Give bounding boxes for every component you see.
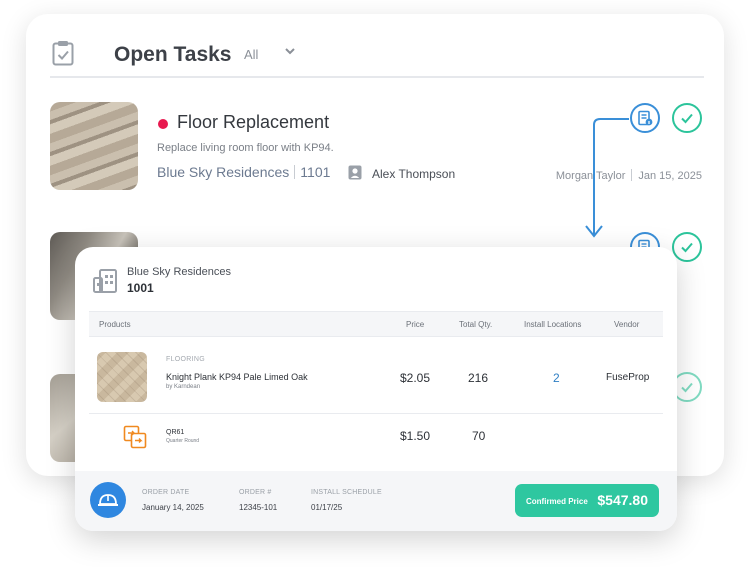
order-footer: ORDER DATE January 14, 2025 ORDER # 1234… (75, 471, 677, 531)
tasks-header: Open Tasks All (50, 36, 704, 78)
assignee-name: Alex Thompson (372, 167, 456, 181)
chevron-down-icon[interactable] (284, 45, 296, 60)
task-thumbnail (50, 102, 138, 190)
person-badge-icon (348, 165, 362, 180)
install-locations-link[interactable]: 2 (553, 371, 560, 385)
document-info-icon (638, 110, 653, 126)
order-property-name: Blue Sky Residences (127, 266, 231, 278)
confirmed-price-badge[interactable]: Confirmed Price $547.80 (515, 484, 659, 517)
product-brand: by Karndean (166, 384, 201, 390)
order-unit-number: 1001 (127, 281, 154, 295)
product-price: $2.05 (400, 371, 431, 385)
connector-arrow-icon (585, 118, 629, 238)
check-icon (681, 242, 693, 253)
products-table-header: Products Price Total Qty. Install Locati… (89, 311, 663, 337)
product-category: FLOORING (166, 356, 205, 363)
order-date-label: ORDER DATE (142, 489, 190, 496)
install-schedule: 01/17/25 (311, 503, 343, 512)
divider (294, 165, 296, 179)
accessory-code: QR61 (166, 429, 185, 436)
accessory-description: Quarter Round (166, 438, 200, 444)
page-title: Open Tasks (114, 43, 232, 66)
product-qty: 216 (468, 371, 489, 385)
accessory-price: $1.50 (400, 429, 431, 443)
hard-hat-icon (90, 482, 126, 518)
accessory-link-icon (123, 425, 147, 449)
accessory-qty: 70 (472, 429, 486, 443)
task-property: Blue Sky Residences 1101 (157, 164, 330, 180)
column-header-vendor: Vendor (614, 320, 640, 329)
install-schedule-label: INSTALL SCHEDULE (311, 489, 382, 496)
filter-dropdown[interactable]: All (244, 47, 258, 62)
status-dot (158, 119, 168, 129)
building-icon (93, 269, 117, 293)
column-header-price: Price (406, 320, 425, 329)
order-date: January 14, 2025 (142, 503, 204, 512)
unit-number: 1101 (300, 164, 331, 180)
confirmed-price-label: Confirmed Price (526, 497, 588, 506)
column-header-install-locations: Install Locations (524, 320, 582, 329)
order-number: 12345-101 (239, 503, 278, 512)
task-title[interactable]: Floor Replacement (177, 112, 329, 133)
check-icon (681, 382, 693, 393)
task-date: Jan 15, 2025 (638, 170, 702, 182)
row-divider (89, 413, 663, 414)
document-info-button[interactable] (630, 103, 660, 133)
complete-task-button[interactable] (672, 232, 702, 262)
property-name: Blue Sky Residences (157, 164, 290, 180)
check-icon (681, 113, 693, 124)
product-name[interactable]: Knight Plank KP94 Pale Limed Oak (166, 372, 308, 382)
complete-task-button[interactable] (672, 103, 702, 133)
task-description: Replace living room floor with KP94. (157, 142, 334, 154)
column-header-products: Products (99, 320, 131, 329)
stage: Open Tasks All Floor Replacement Replace… (0, 0, 750, 567)
order-number-label: ORDER # (239, 489, 272, 496)
confirmed-price-value: $547.80 (597, 492, 648, 508)
column-header-total-qty: Total Qty. (459, 320, 493, 329)
order-detail-card: Blue Sky Residences 1001 Products Price … (75, 247, 677, 531)
clipboard-check-icon (52, 41, 74, 66)
product-thumbnail (97, 352, 147, 402)
product-vendor: FuseProp (606, 372, 650, 383)
